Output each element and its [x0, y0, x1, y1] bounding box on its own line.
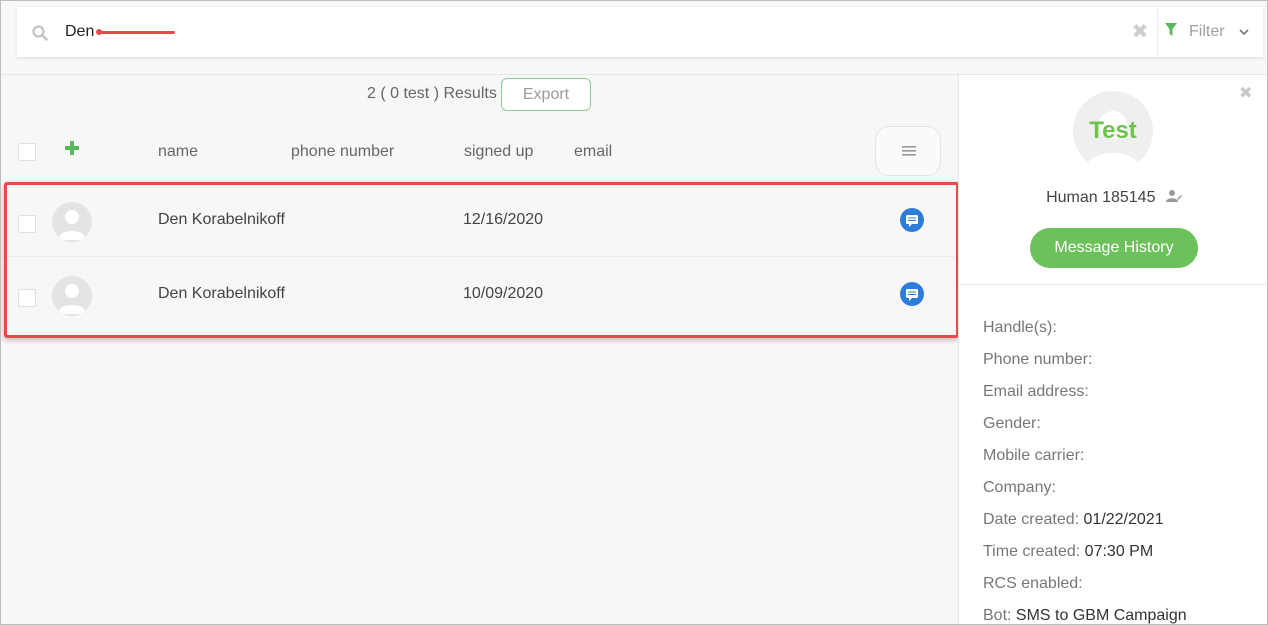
results-area: 2 ( 0 test ) Results Export name phone n…	[1, 75, 959, 624]
detail-time-created: Time created: 07:30 PM	[983, 543, 1154, 560]
detail-carrier: Mobile carrier:	[983, 447, 1085, 464]
filter-divider	[1157, 7, 1158, 57]
detail-handles: Handle(s):	[983, 319, 1057, 336]
detail-bot: Bot: SMS to GBM Campaign	[983, 607, 1187, 624]
app-window: ✖ Filter 2 ( 0 test ) Results Export nam…	[0, 0, 1268, 625]
chevron-down-icon	[1237, 25, 1251, 39]
column-header-phone[interactable]: phone number	[291, 143, 394, 161]
menu-icon	[902, 146, 916, 156]
column-header-name[interactable]: name	[158, 143, 198, 161]
column-header-signed-up[interactable]: signed up	[464, 143, 533, 161]
search-bar-area: ✖ Filter	[1, 1, 1267, 75]
search-icon	[31, 24, 49, 42]
column-header-email[interactable]: email	[574, 143, 612, 161]
detail-gender: Gender:	[983, 415, 1041, 432]
search-input[interactable]	[65, 21, 965, 43]
close-icon[interactable]: ✖	[1239, 83, 1252, 103]
annotation-underline	[97, 31, 175, 34]
row-signed-up: 12/16/2020	[463, 211, 544, 228]
panel-divider	[959, 284, 1267, 285]
filter-label: Filter	[1189, 23, 1225, 40]
chat-icon[interactable]	[900, 208, 924, 232]
user-avatar-icon	[52, 202, 92, 242]
row-signed-up: 10/09/2020	[463, 285, 544, 302]
row-name: Den Korabelnikoff	[158, 211, 285, 228]
clear-icon[interactable]: ✖	[1131, 22, 1149, 42]
detail-company: Company:	[983, 479, 1056, 496]
column-menu-button[interactable]	[875, 126, 941, 176]
detail-rcs-enabled: RCS enabled:	[983, 575, 1083, 592]
profile-display-name: Human 185145	[959, 189, 1267, 208]
message-history-button[interactable]: Message History	[1030, 228, 1198, 268]
table-row[interactable]: Den Korabelnikoff 12/16/2020	[1, 183, 957, 256]
row-name: Den Korabelnikoff	[158, 285, 285, 302]
export-button[interactable]: Export	[501, 78, 591, 111]
search-box: ✖ Filter	[17, 7, 1263, 57]
detail-phone: Phone number:	[983, 351, 1093, 368]
filter-icon	[1165, 23, 1177, 41]
profile-avatar: Test	[1073, 91, 1153, 171]
table-header: name phone number signed up email	[1, 119, 957, 185]
detail-date-created: Date created: 01/22/2021	[983, 511, 1164, 528]
select-all-checkbox[interactable]	[18, 143, 36, 161]
profile-panel: ✖ Test Human 185145 Message History Hand…	[958, 75, 1267, 624]
table-row[interactable]: Den Korabelnikoff 10/09/2020	[1, 256, 957, 329]
user-avatar-icon	[52, 276, 92, 316]
profile-name-text: Human 185145	[1046, 189, 1156, 206]
profile-avatar-text: Test	[1089, 117, 1137, 144]
plus-icon[interactable]	[63, 139, 81, 157]
user-edit-icon[interactable]	[1165, 189, 1182, 208]
row-checkbox[interactable]	[18, 289, 36, 307]
filter-dropdown[interactable]: Filter	[1165, 21, 1251, 43]
row-checkbox[interactable]	[18, 215, 36, 233]
detail-email: Email address:	[983, 383, 1089, 400]
results-summary: 2 ( 0 test ) Results	[367, 85, 497, 102]
chat-icon[interactable]	[900, 282, 924, 306]
